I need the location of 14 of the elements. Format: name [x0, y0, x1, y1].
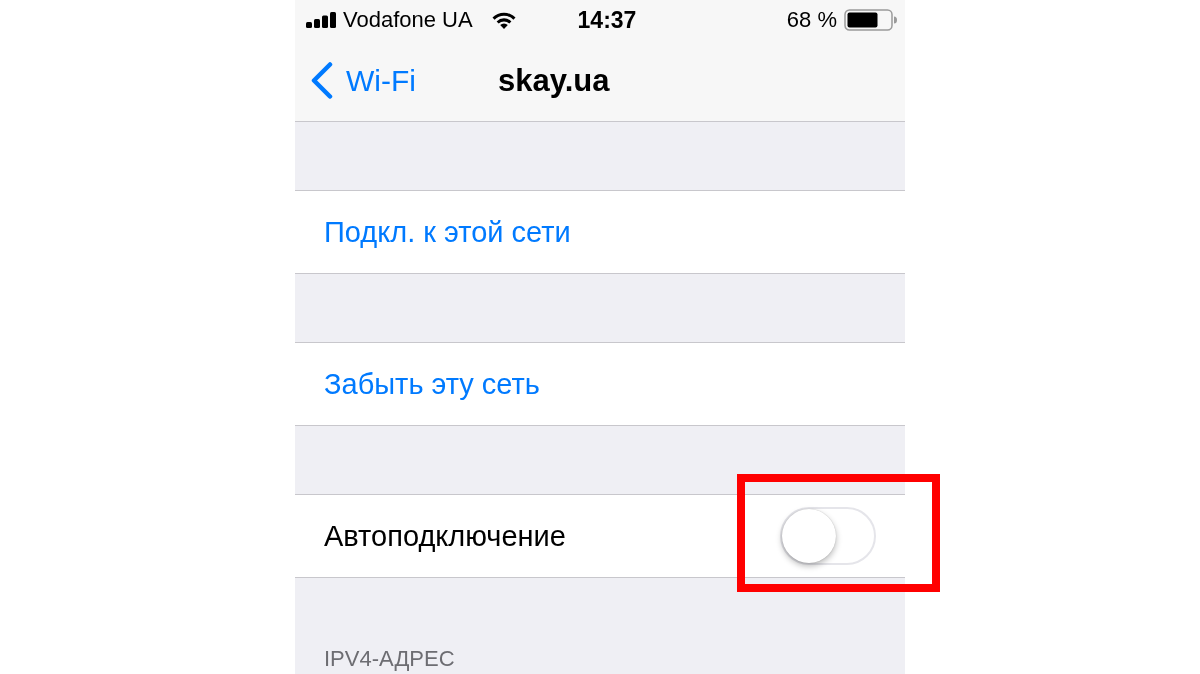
toggle-switch[interactable] — [780, 507, 876, 565]
row-label: Автоподключение — [324, 519, 566, 553]
nav-title: skay.ua — [497, 62, 610, 99]
signal-icon — [306, 12, 336, 28]
chevron-left-icon — [311, 62, 333, 99]
clock-time: 14:37 — [576, 6, 637, 34]
action-row[interactable]: Забыть эту сеть — [295, 342, 905, 426]
section-header: IPV4-АДРЕС — [324, 646, 455, 672]
battery-percent: 68 % — [786, 7, 837, 33]
wifi-icon — [491, 11, 516, 29]
action-row[interactable]: Подкл. к этой сети — [295, 190, 905, 274]
battery-icon — [844, 9, 898, 31]
carrier-name: Vodafone UA — [343, 7, 473, 33]
back-button[interactable]: Wi-Fi — [311, 58, 416, 103]
